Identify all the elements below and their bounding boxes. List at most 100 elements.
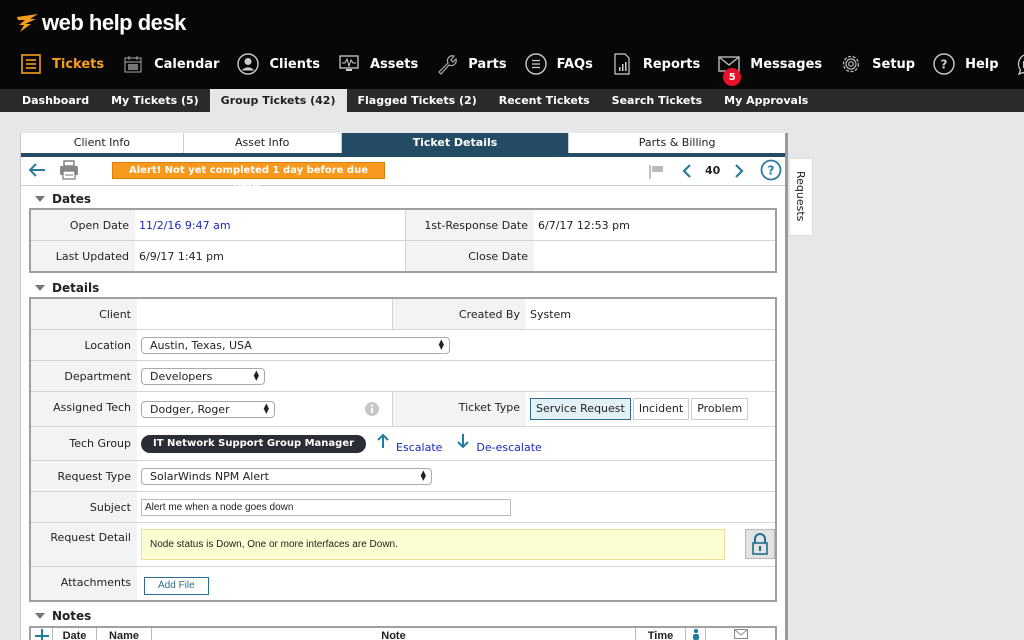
subnav-group-tickets[interactable]: Group Tickets (42) — [209, 89, 347, 112]
notes-table-header: Date Name Note Time — [29, 626, 777, 640]
nav-reports[interactable]: Reports — [611, 53, 700, 75]
department-label: Department — [31, 361, 137, 391]
select-arrows-icon: ▲ ▼ — [420, 468, 426, 482]
tab-ticket-details[interactable]: Ticket Details — [341, 133, 570, 153]
escalate-arrow-icon[interactable] — [376, 433, 390, 452]
user-icon — [237, 53, 260, 75]
ticket-type-incident[interactable]: Incident — [632, 398, 690, 420]
deescalate-arrow-icon[interactable] — [456, 433, 470, 452]
department-select[interactable]: Developers ▲ ▼ — [141, 367, 265, 385]
lock-icon — [752, 533, 768, 555]
tab-client-info[interactable]: Client Info — [21, 133, 184, 153]
help-icon: ? — [933, 53, 955, 75]
client-label: Client — [31, 299, 137, 329]
tech-group-pill[interactable]: IT Network Support Group Manager — [141, 434, 367, 453]
first-response-value: 6/7/17 12:53 pm — [538, 218, 630, 232]
nav-messages[interactable]: 5 Messages — [718, 53, 822, 86]
request-detail-text[interactable]: Node status is Down, One or more interfa… — [141, 529, 725, 560]
plus-icon — [34, 629, 49, 640]
add-file-button[interactable]: Add File — [144, 576, 209, 595]
nav-setup[interactable]: Setup — [840, 53, 915, 75]
notes-col-email[interactable] — [706, 628, 775, 640]
flag-icon[interactable] — [649, 165, 665, 182]
select-arrows-icon: ▲ ▼ — [253, 368, 259, 382]
notes-col-visibility[interactable] — [686, 628, 706, 640]
subject-label: Subject — [31, 492, 137, 522]
mail-icon — [733, 629, 748, 639]
deescalate-link[interactable]: De-escalate — [476, 441, 541, 454]
report-icon — [611, 53, 633, 75]
nav-faqs[interactable]: FAQs — [524, 53, 593, 75]
tab-asset-info[interactable]: Asset Info — [183, 133, 342, 153]
details-section-toggle[interactable]: Details — [21, 279, 785, 297]
ticket-tabs: Client Info Asset Info Ticket Details Pa… — [21, 133, 785, 157]
list-icon — [20, 53, 42, 75]
details-grid: Client Created By System Location Austin… — [29, 297, 777, 602]
last-updated-label: Last Updated — [31, 241, 135, 271]
calendar-icon — [122, 53, 144, 75]
nav-clients[interactable]: Clients — [237, 53, 320, 75]
collapse-triangle-icon — [35, 196, 45, 202]
nav-help[interactable]: ? Help — [933, 53, 999, 75]
help-circle-icon[interactable]: ? — [760, 159, 782, 184]
ticket-number: 40 — [705, 164, 721, 177]
ticket-panel: Client Info Asset Info Ticket Details Pa… — [20, 133, 788, 640]
collapse-triangle-icon — [35, 613, 45, 619]
monitor-icon — [338, 53, 360, 75]
subject-input[interactable]: Alert me when a node goes down — [141, 498, 511, 516]
main-nav: Tickets Calendar Clients Assets Parts FA… — [0, 50, 1024, 86]
info-icon[interactable] — [365, 402, 379, 419]
logo[interactable]: web help desk — [16, 9, 186, 37]
request-type-select[interactable]: SolarWinds NPM Alert ▲ ▼ — [141, 467, 432, 485]
nav-parts[interactable]: Parts — [436, 53, 507, 75]
subnav-my-approvals[interactable]: My Approvals — [713, 89, 819, 112]
requests-side-tab[interactable]: Requests — [790, 158, 813, 236]
notes-section-toggle[interactable]: Notes — [21, 608, 785, 624]
subnav-dashboard[interactable]: Dashboard — [0, 89, 100, 112]
close-date-label: Close Date — [405, 241, 534, 271]
request-detail-label: Request Detail — [31, 523, 137, 566]
tech-group-label: Tech Group — [31, 427, 137, 460]
next-ticket-icon[interactable] — [733, 163, 745, 182]
tab-parts-billing[interactable]: Parts & Billing — [569, 133, 785, 153]
select-arrows-icon: ▲ ▼ — [263, 401, 269, 415]
select-arrows-icon: ▲ ▼ — [438, 337, 444, 351]
dates-section-toggle[interactable]: Dates — [21, 190, 785, 208]
notes-col-time[interactable]: Time — [636, 628, 686, 640]
first-response-label: 1st-Response Date — [405, 210, 534, 240]
assigned-tech-select[interactable]: Dodger, Roger ▲ ▼ — [141, 400, 275, 418]
ticket-type-problem[interactable]: Problem — [691, 398, 749, 420]
location-select[interactable]: Austin, Texas, USA ▲ ▼ — [141, 336, 450, 354]
close-date-value — [534, 241, 775, 271]
top-header: web help desk Tickets Calendar Clients A… — [0, 0, 1024, 89]
subnav-search-tickets[interactable]: Search Tickets — [601, 89, 714, 112]
back-arrow-icon[interactable] — [27, 161, 47, 182]
notes-col-name[interactable]: Name — [97, 628, 152, 640]
gear-icon — [840, 53, 862, 75]
ticket-type-label: Ticket Type — [392, 392, 526, 426]
escalate-link[interactable]: Escalate — [396, 441, 442, 454]
person-icon — [692, 628, 699, 640]
subnav-flagged-tickets[interactable]: Flagged Tickets (2) — [347, 89, 488, 112]
previous-ticket-icon[interactable] — [681, 163, 693, 182]
nav-thwack[interactable]: Thwack — [1017, 53, 1024, 75]
created-by-value: System — [530, 307, 572, 321]
svg-text:?: ? — [768, 164, 775, 178]
print-icon[interactable] — [59, 160, 79, 183]
chat-icon — [1017, 53, 1024, 75]
notes-col-date[interactable]: Date — [53, 628, 97, 640]
last-updated-value: 6/9/17 1:41 pm — [139, 249, 224, 263]
sub-nav: Dashboard My Tickets (5) Group Tickets (… — [0, 89, 1024, 112]
nav-calendar[interactable]: Calendar — [122, 53, 219, 75]
nav-tickets[interactable]: Tickets — [20, 53, 104, 75]
subnav-my-tickets[interactable]: My Tickets (5) — [100, 89, 210, 112]
lock-button[interactable] — [745, 529, 775, 559]
dates-grid: Open Date 11/2/16 9:47 am 1st-Response D… — [29, 208, 777, 273]
subnav-recent-tickets[interactable]: Recent Tickets — [488, 89, 601, 112]
location-label: Location — [31, 330, 137, 360]
add-note-button[interactable] — [31, 628, 53, 640]
nav-assets[interactable]: Assets — [338, 53, 418, 75]
ticket-type-service-request[interactable]: Service Request — [530, 398, 631, 420]
logo-icon — [17, 14, 38, 32]
notes-col-note[interactable]: Note — [152, 628, 636, 640]
